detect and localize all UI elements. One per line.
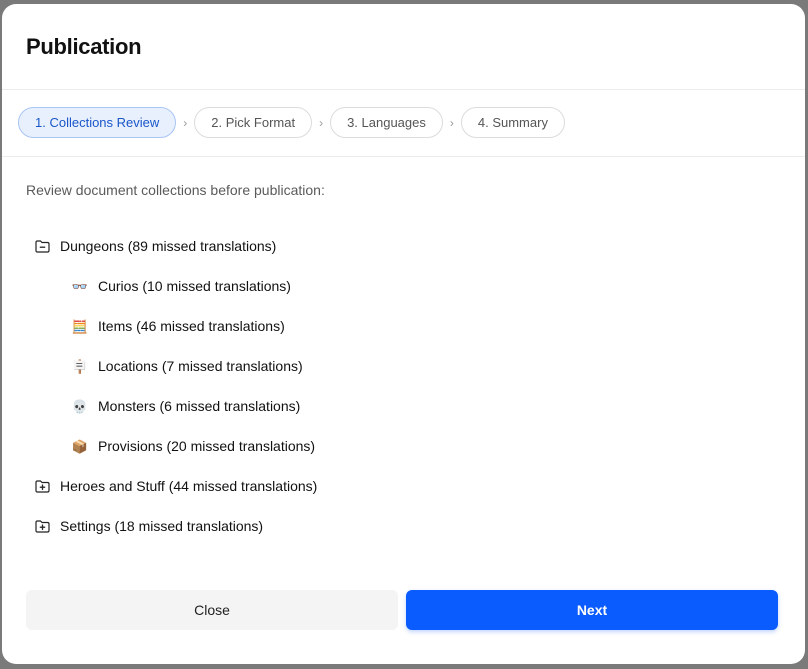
- tree-node-label: Locations (7 missed translations): [98, 358, 303, 374]
- tree-node-label: Provisions (20 missed translations): [98, 438, 316, 454]
- glasses-icon: 👓: [71, 278, 89, 294]
- header-divider: [2, 89, 805, 90]
- skull-icon: 💀: [71, 398, 89, 414]
- tree-node-items[interactable]: 🧮 Items (46 missed translations): [34, 306, 734, 346]
- folder-plus-icon[interactable]: [34, 518, 50, 534]
- tree-node-locations[interactable]: 🪧 Locations (7 missed translations): [34, 346, 734, 386]
- signpost-icon: 🪧: [71, 358, 89, 374]
- stepper: 1. Collections Review › 2. Pick Format ›…: [18, 107, 565, 138]
- package-icon: 📦: [71, 438, 89, 454]
- dialog-title: Publication: [26, 34, 142, 59]
- step-collections-review[interactable]: 1. Collections Review: [18, 107, 177, 138]
- collections-tree: Dungeons (89 missed translations) 👓 Curi…: [34, 226, 734, 546]
- dialog-footer: Close Next: [26, 590, 778, 630]
- tree-node-label: Monsters (6 missed translations): [98, 398, 301, 414]
- step-pick-format[interactable]: 2. Pick Format: [194, 107, 313, 138]
- tree-node-settings[interactable]: Settings (18 missed translations): [34, 506, 734, 546]
- tree-node-heroes-and-stuff[interactable]: Heroes and Stuff (44 missed translations…: [34, 466, 734, 506]
- next-button[interactable]: Next: [406, 590, 778, 630]
- folder-plus-icon[interactable]: [34, 478, 50, 494]
- close-button[interactable]: Close: [26, 590, 398, 630]
- tree-node-label: Settings (18 missed translations): [60, 518, 264, 534]
- chevron-right-icon: ›: [319, 115, 324, 130]
- abacus-icon: 🧮: [71, 318, 89, 334]
- step-languages[interactable]: 3. Languages: [330, 107, 443, 138]
- tree-node-curios[interactable]: 👓 Curios (10 missed translations): [34, 266, 734, 306]
- chevron-right-icon: ›: [449, 115, 454, 130]
- step-summary[interactable]: 4. Summary: [460, 107, 565, 138]
- tree-node-label: Dungeons (89 missed translations): [60, 238, 277, 254]
- tree-node-dungeons[interactable]: Dungeons (89 missed translations): [34, 226, 734, 266]
- tree-node-provisions[interactable]: 📦 Provisions (20 missed translations): [34, 426, 734, 466]
- tree-node-label: Heroes and Stuff (44 missed translations…: [60, 478, 318, 494]
- publication-dialog: Publication 1. Collections Review › 2. P…: [2, 4, 805, 664]
- chevron-right-icon: ›: [183, 115, 188, 130]
- tree-node-monsters[interactable]: 💀 Monsters (6 missed translations): [34, 386, 734, 426]
- intro-text: Review document collections before publi…: [26, 182, 325, 198]
- tree-node-label: Items (46 missed translations): [98, 318, 285, 334]
- stepper-divider: [2, 156, 805, 157]
- tree-node-label: Curios (10 missed translations): [98, 278, 291, 294]
- folder-minus-icon[interactable]: [34, 238, 50, 254]
